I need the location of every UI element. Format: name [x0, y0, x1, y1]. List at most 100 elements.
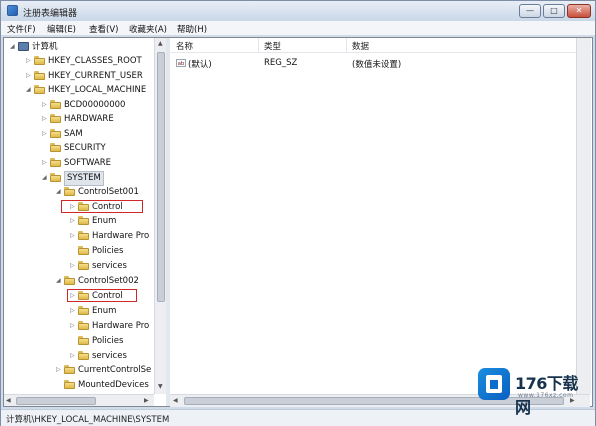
tree-node-label: 计算机: [32, 42, 58, 52]
expand-toggle-icon[interactable]: ▷: [42, 130, 50, 137]
expand-toggle-icon[interactable]: ▷: [70, 217, 78, 224]
highlight-box: [61, 200, 143, 213]
collapse-toggle-icon[interactable]: ◢: [56, 188, 64, 195]
expand-toggle-icon[interactable]: ▷: [70, 352, 78, 359]
scroll-left-arrow-icon[interactable]: ◀: [6, 397, 11, 404]
menu-bar: 文件(F) 编辑(E) 查看(V) 收藏夹(A) 帮助(H): [1, 21, 595, 36]
expand-toggle-icon[interactable]: ▷: [26, 72, 34, 79]
column-header-name[interactable]: 名称: [176, 40, 193, 52]
folder-icon: [78, 336, 89, 345]
registry-tree[interactable]: ◢ 计算机 ▷ HKEY_CLASSES_ROOT ▷ HKEY_CURRENT…: [4, 38, 166, 406]
tree-vertical-scrollbar[interactable]: ▲ ▼: [154, 38, 166, 394]
menu-edit[interactable]: 编辑(E): [47, 23, 76, 35]
list-header: 名称 类型 数据: [170, 38, 592, 53]
folder-icon: [78, 231, 89, 240]
tree-node-label: SAM: [64, 129, 83, 139]
tree-node-label: HARDWARE: [64, 114, 114, 124]
expand-toggle-icon[interactable]: ▷: [42, 101, 50, 108]
folder-icon: [50, 143, 61, 152]
collapse-toggle-icon[interactable]: ◢: [10, 43, 18, 50]
scroll-left-arrow-icon[interactable]: ◀: [173, 397, 178, 404]
collapse-toggle-icon[interactable]: ◢: [42, 174, 50, 181]
tree-node-label: MountedDevices: [78, 380, 149, 390]
folder-icon: [78, 216, 89, 225]
tree-node-label: BCD00000000: [64, 100, 126, 110]
highlight-box: [67, 289, 137, 302]
site-watermark: 176下载网 www.176xz.com: [478, 368, 590, 417]
folder-icon: [64, 276, 75, 285]
expand-toggle-icon[interactable]: ▷: [56, 366, 64, 373]
tree-node-label: SOFTWARE: [64, 158, 112, 168]
scrollbar-thumb[interactable]: [157, 52, 165, 302]
tree-node-label: Policies: [92, 336, 124, 346]
folder-icon: [34, 71, 45, 80]
tree-horizontal-scrollbar[interactable]: ◀ ▶: [4, 394, 154, 406]
tree-node-label: CurrentControlSe: [78, 365, 152, 375]
folder-icon: [78, 321, 89, 330]
collapse-toggle-icon[interactable]: ◢: [26, 86, 34, 93]
folder-icon: [78, 246, 89, 255]
folder-icon: [34, 85, 45, 94]
expand-toggle-icon[interactable]: ▷: [42, 159, 50, 166]
folder-icon: [50, 114, 61, 123]
list-vertical-scrollbar[interactable]: [576, 38, 591, 394]
folder-icon: [78, 261, 89, 270]
menu-favorites[interactable]: 收藏夹(A): [129, 23, 167, 35]
expand-toggle-icon[interactable]: ▷: [42, 115, 50, 122]
scroll-right-arrow-icon[interactable]: ▶: [144, 397, 149, 404]
column-header-data[interactable]: 数据: [352, 40, 369, 52]
tree-node-label: services: [92, 351, 127, 361]
maximize-button[interactable]: □: [543, 4, 565, 18]
minimize-button[interactable]: —: [519, 4, 541, 18]
tree-node-label: SYSTEM: [64, 171, 104, 186]
folder-icon: [64, 380, 75, 389]
string-value-icon: ab: [176, 59, 186, 67]
column-divider[interactable]: [346, 38, 347, 52]
folder-icon: [50, 129, 61, 138]
watermark-url: www.176xz.com: [518, 392, 574, 399]
status-path: 计算机\HKEY_LOCAL_MACHINE\SYSTEM: [6, 415, 170, 425]
column-divider[interactable]: [258, 38, 259, 52]
folder-icon: [78, 351, 89, 360]
registry-editor-window: 注册表编辑器 — □ ✕ 文件(F) 编辑(E) 查看(V) 收藏夹(A) 帮助…: [0, 0, 596, 426]
folder-icon: [64, 365, 75, 374]
folder-icon: [78, 306, 89, 315]
window-title: 注册表编辑器: [23, 9, 78, 19]
tree-node-label: ControlSet002: [78, 276, 139, 286]
expand-toggle-icon[interactable]: ▷: [70, 232, 78, 239]
tree-node-label: HKEY_LOCAL_MACHINE: [48, 85, 147, 95]
folder-icon: [50, 158, 61, 167]
status-bar: 计算机\HKEY_LOCAL_MACHINE\SYSTEM: [1, 409, 595, 426]
folder-icon: [50, 100, 61, 109]
tree-node-label: HKEY_CURRENT_USER: [48, 71, 143, 81]
values-list[interactable]: 名称 类型 数据 ab (默认) REG_SZ (数值未设置) ◀ ▶: [170, 38, 592, 407]
expand-toggle-icon[interactable]: ▷: [70, 307, 78, 314]
watermark-logo-icon: [478, 368, 510, 400]
expand-toggle-icon[interactable]: ▷: [26, 57, 34, 64]
value-type: REG_SZ: [264, 58, 298, 68]
tree-node-label: Policies: [92, 246, 124, 256]
menu-help[interactable]: 帮助(H): [177, 23, 207, 35]
tree-node-label: Enum: [92, 306, 117, 316]
menu-file[interactable]: 文件(F): [7, 23, 36, 35]
scrollbar-thumb[interactable]: [16, 397, 96, 405]
column-header-type[interactable]: 类型: [264, 40, 281, 52]
title-bar[interactable]: 注册表编辑器 — □ ✕: [1, 1, 595, 21]
expand-toggle-icon[interactable]: ▷: [70, 322, 78, 329]
menu-view[interactable]: 查看(V): [89, 23, 118, 35]
scroll-up-arrow-icon[interactable]: ▲: [158, 40, 163, 47]
folder-open-icon: [50, 173, 61, 182]
folder-icon: [34, 56, 45, 65]
expand-toggle-icon[interactable]: ▷: [70, 262, 78, 269]
value-data: (数值未设置): [352, 60, 402, 70]
close-button[interactable]: ✕: [567, 4, 591, 18]
collapse-toggle-icon[interactable]: ◢: [56, 277, 64, 284]
tree-node-label: SECURITY: [64, 143, 106, 153]
editor-client-area: ◢ 计算机 ▷ HKEY_CLASSES_ROOT ▷ HKEY_CURRENT…: [3, 37, 593, 407]
tree-node-label: Hardware Pro: [92, 231, 150, 241]
registry-editor-icon: [7, 5, 18, 16]
tree-node-label: Hardware Pro: [92, 321, 150, 331]
tree-node-label: ControlSet001: [78, 187, 139, 197]
scroll-down-arrow-icon[interactable]: ▼: [158, 383, 163, 390]
tree-node-label: services: [92, 261, 127, 271]
